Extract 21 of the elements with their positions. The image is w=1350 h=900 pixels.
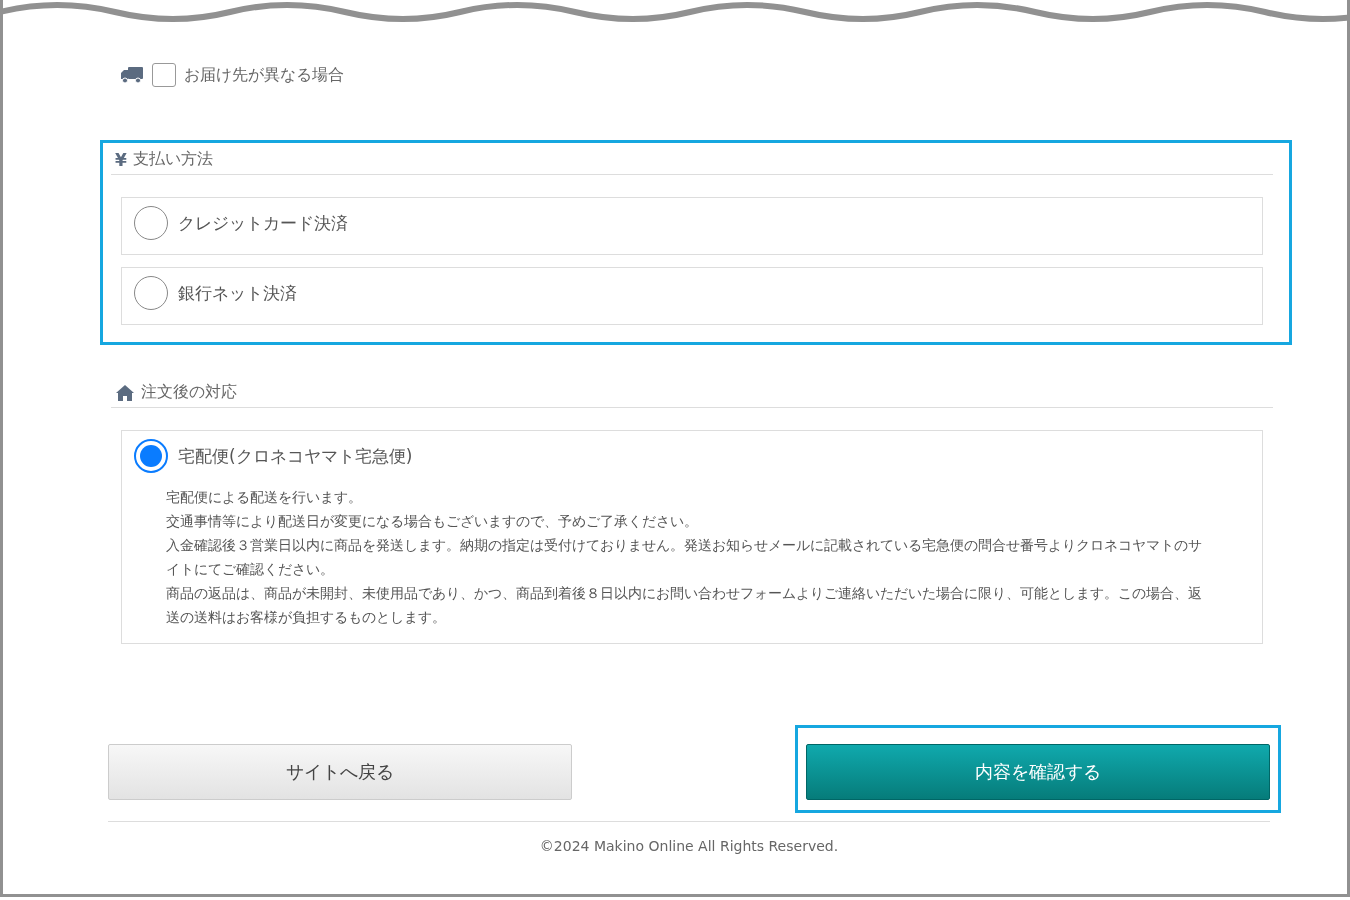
confirm-button[interactable]: 内容を確認する bbox=[806, 744, 1270, 800]
back-button[interactable]: サイトへ戻る bbox=[108, 744, 572, 800]
home-icon bbox=[115, 383, 135, 402]
description-text: 入金確認後３営業日以内に商品を発送します。納期の指定は受付けておりません。発送お知らせメールに記載されている宅急便の問合せ番号よりクロネコヤマトのサイトにてご確認ください。 bbox=[166, 536, 1202, 579]
checkbox[interactable] bbox=[152, 63, 176, 87]
description-text: 宅配便による配送を行います。 bbox=[166, 488, 363, 507]
radio-button[interactable] bbox=[134, 439, 168, 473]
option-label: 宅配便(クロネコヤマト宅急便) bbox=[178, 444, 413, 468]
copyright-text: ©2024 Makino Online All Rights Reserved. bbox=[538, 837, 840, 854]
option-card[interactable]: クレジットカード決済 bbox=[121, 197, 1263, 255]
section-title: 支払い方法 bbox=[132, 149, 213, 170]
truck-icon bbox=[120, 66, 144, 84]
section-title: 注文後の対応 bbox=[141, 382, 237, 403]
option-card[interactable]: 銀行ネット決済 bbox=[121, 267, 1263, 325]
option-card[interactable] bbox=[121, 430, 1263, 644]
yen-icon: ¥ bbox=[115, 149, 127, 170]
option-label: 銀行ネット決済 bbox=[178, 281, 297, 305]
option-label: クレジットカード決済 bbox=[178, 211, 348, 235]
checkbox-label: お届け先が異なる場合 bbox=[184, 64, 344, 86]
description-text: 交通事情等により配送日が変更になる場合もございますので、予めご了承ください。 bbox=[166, 512, 699, 531]
description-text: 商品の返品は、商品が未開封、未使用品であり、かつ、商品到着後８日以内にお問い合わせフォームよりご連絡いただいた場合に限り、可能とします。この場合、返送の送料はお客様が負担するものとします。 bbox=[166, 584, 1202, 627]
